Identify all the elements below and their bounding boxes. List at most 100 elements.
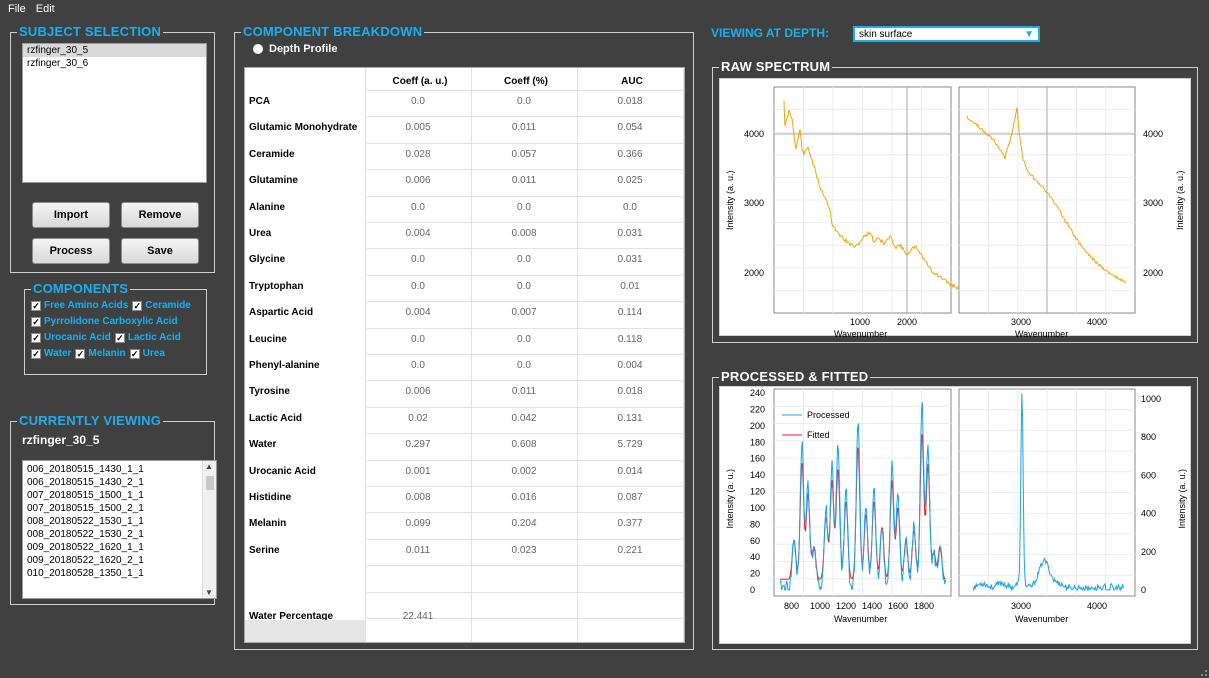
component-checkbox-ceramide[interactable]: ✓ Ceramide: [132, 300, 191, 311]
table-cell[interactable]: 0.0: [471, 96, 577, 107]
menu-edit[interactable]: Edit: [36, 3, 55, 17]
table-cell[interactable]: 0.0: [365, 202, 471, 213]
tick-label: 3000: [744, 198, 764, 208]
table-cell[interactable]: 5.729: [577, 439, 683, 450]
file-list-item[interactable]: 007_20180515_1500_1_1: [23, 489, 216, 502]
table-cell[interactable]: 0.016: [471, 492, 577, 503]
table-cell[interactable]: 0.0: [577, 202, 683, 213]
table-cell[interactable]: 0.0: [471, 254, 577, 265]
depth-select[interactable]: skin surface ▼: [853, 26, 1040, 42]
subject-list[interactable]: rzfinger_30_5 rzfinger_30_6: [22, 43, 207, 183]
table-cell[interactable]: 0.018: [577, 386, 683, 397]
subject-item[interactable]: rzfinger_30_6: [23, 57, 206, 70]
table-gridline: [365, 380, 683, 382]
file-list-item[interactable]: 008_20180522_1530_1_1: [23, 515, 216, 528]
table-cell[interactable]: 0.131: [577, 413, 683, 424]
table-cell[interactable]: 0.0: [365, 360, 471, 371]
file-list-item[interactable]: 007_20180515_1500_2_1: [23, 502, 216, 515]
tick-label: 220: [750, 404, 765, 414]
table-cell[interactable]: 0.01: [577, 281, 683, 292]
raw-plot-panel: 4000 4000 3000 3000 2000 2000 1000 2000 3000 4000…: [719, 78, 1191, 339]
table-cell[interactable]: 0.0: [471, 360, 577, 371]
scroll-thumb[interactable]: [206, 476, 214, 490]
table-cell[interactable]: 0.028: [365, 149, 471, 160]
table-cell[interactable]: 0.0: [471, 202, 577, 213]
subject-item[interactable]: rzfinger_30_5: [23, 44, 206, 57]
table-cell[interactable]: 0.005: [365, 122, 471, 133]
scroll-up-icon[interactable]: ▲: [205, 462, 213, 471]
tick-label: 1200: [836, 601, 856, 611]
table-cell[interactable]: 0.011: [471, 386, 577, 397]
table-cell[interactable]: 0.008: [471, 228, 577, 239]
table-cell[interactable]: 0.002: [471, 466, 577, 477]
depth-profile-radio[interactable]: Depth Profile: [253, 43, 337, 55]
scroll-down-icon[interactable]: ▼: [205, 588, 213, 597]
file-list-item[interactable]: 009_20180522_1620_2_1: [23, 554, 216, 567]
table-cell[interactable]: 0.366: [577, 149, 683, 160]
file-list-item[interactable]: 009_20180522_1620_1_1: [23, 541, 216, 554]
table-cell[interactable]: 0.001: [365, 466, 471, 477]
tick-label: 40: [750, 552, 760, 562]
table-cell[interactable]: 0.087: [577, 492, 683, 503]
table-cell[interactable]: 0.0: [365, 334, 471, 345]
table-cell[interactable]: 0.042: [471, 413, 577, 424]
menu-file[interactable]: File: [8, 3, 26, 17]
file-list-item[interactable]: 010_20180528_1350_1_1: [23, 567, 216, 580]
table-cell[interactable]: 0.0: [365, 281, 471, 292]
table-cell[interactable]: 0.014: [577, 466, 683, 477]
component-checkbox-free-amino-acids[interactable]: ✓ Free Amino Acids: [31, 300, 128, 311]
table-cell[interactable]: 0.025: [577, 175, 683, 186]
tick-label: 600: [1141, 470, 1156, 480]
resize-grip-icon[interactable]: [1201, 670, 1207, 676]
table-cell[interactable]: 0.006: [365, 175, 471, 186]
table-cell[interactable]: 0.054: [577, 122, 683, 133]
table-cell[interactable]: 0.023: [471, 545, 577, 556]
file-list[interactable]: 006_20180515_1430_1_1 006_20180515_1430_2…: [22, 460, 217, 599]
table-cell[interactable]: 0.008: [365, 492, 471, 503]
table-cell[interactable]: 0.0: [471, 334, 577, 345]
table-cell[interactable]: 0.297: [365, 439, 471, 450]
table-cell[interactable]: 0.02: [365, 413, 471, 424]
remove-button[interactable]: Remove: [121, 202, 199, 228]
file-list-item[interactable]: 006_20180515_1430_1_1: [23, 463, 216, 476]
table-cell[interactable]: 0.031: [577, 254, 683, 265]
table-cell[interactable]: 0.006: [365, 386, 471, 397]
table-cell[interactable]: 0.004: [365, 228, 471, 239]
table-cell[interactable]: 0.031: [577, 228, 683, 239]
component-checkbox-melanin[interactable]: ✓ Melanin: [75, 348, 126, 359]
table-cell[interactable]: 0.011: [471, 175, 577, 186]
table-cell[interactable]: 0.0: [365, 254, 471, 265]
table-gridline: [365, 274, 683, 276]
component-checkbox-water[interactable]: ✓ Water: [31, 348, 71, 359]
save-button[interactable]: Save: [121, 238, 199, 264]
table-cell[interactable]: 0.007: [471, 307, 577, 318]
import-button[interactable]: Import: [32, 202, 110, 228]
component-checkbox-urocanic-acid[interactable]: ✓ Urocanic Acid: [31, 332, 111, 343]
process-button[interactable]: Process: [32, 238, 110, 264]
component-checkbox-pca[interactable]: ✓ Pyrrolidone Carboxylic Acid: [31, 316, 178, 327]
table-cell[interactable]: 0.377: [577, 518, 683, 529]
table-cell[interactable]: 0.057: [471, 149, 577, 160]
table-cell[interactable]: 0.0: [471, 281, 577, 292]
table-cell[interactable]: 0.004: [577, 360, 683, 371]
table-cell[interactable]: 0.099: [365, 518, 471, 529]
component-checkbox-lactic-acid[interactable]: ✓ Lactic Acid: [114, 332, 181, 343]
legend-label-fitted: Fitted: [807, 430, 830, 440]
table-cell[interactable]: 0.204: [471, 518, 577, 529]
file-list-item[interactable]: 006_20180515_1430_2_1: [23, 476, 216, 489]
table-cell[interactable]: 0.018: [577, 96, 683, 107]
table-cell[interactable]: 0.118: [577, 334, 683, 345]
table-cell[interactable]: 0.011: [471, 122, 577, 133]
table-cell[interactable]: 0.004: [365, 307, 471, 318]
table-cell[interactable]: 0.0: [365, 96, 471, 107]
table-cell[interactable]: 0.221: [577, 545, 683, 556]
component-checkbox-urea[interactable]: ✓ Urea: [129, 348, 165, 359]
file-list-item[interactable]: 008_20180522_1530_2_1: [23, 528, 216, 541]
table-cell[interactable]: 0.114: [577, 307, 683, 318]
table-cell[interactable]: 0.011: [365, 545, 471, 556]
file-list-scrollbar[interactable]: ▲ ▼: [202, 461, 216, 598]
tick-label: 3000: [1143, 198, 1163, 208]
row-label: Glycine: [249, 254, 286, 266]
table-cell[interactable]: 0.608: [471, 439, 577, 450]
fitted-plot-panel: 240 220 200 180 160 140 120 100 80 60 40 20 0 1000 800…: [719, 386, 1191, 644]
